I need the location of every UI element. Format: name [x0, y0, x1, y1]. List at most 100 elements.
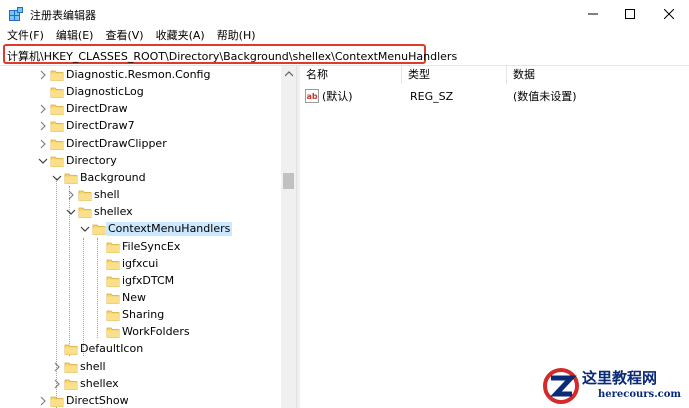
tree-item[interactable]: DefaultIcon — [0, 341, 281, 358]
folder-icon — [64, 379, 78, 390]
chevron-right-icon[interactable] — [38, 396, 48, 406]
menu-help[interactable]: 帮助(H) — [211, 28, 262, 44]
watermark-title: 这里教程网 — [582, 369, 658, 387]
column-header-data[interactable]: 数据 — [507, 66, 689, 84]
tree-item[interactable]: FileSyncEx — [0, 239, 281, 256]
folder-icon — [64, 173, 78, 184]
menu-view[interactable]: 查看(V) — [99, 28, 149, 44]
folder-icon — [50, 87, 64, 99]
tree-item[interactable]: New — [0, 290, 281, 307]
tree-item-label: igfxDTCM — [122, 273, 175, 287]
value-name: (默认) — [322, 90, 353, 103]
value-data: (数值未设置) — [513, 90, 577, 103]
value-row[interactable]: ab (默认) REG_SZ (数值未设置) — [300, 88, 689, 105]
folder-icon — [106, 293, 120, 304]
tree-item[interactable]: DirectShow — [0, 393, 281, 408]
tree-item[interactable]: DirectDraw — [0, 101, 281, 118]
close-button[interactable] — [650, 0, 688, 28]
value-list: 名称 类型 数据 ab (默认) REG_SZ (数值未设置) — [300, 66, 689, 408]
minimize-button[interactable] — [574, 0, 612, 28]
window-title: 注册表编辑器 — [30, 9, 96, 22]
tree-item-label: FileSyncEx — [122, 239, 181, 253]
folder-icon — [50, 139, 64, 150]
chevron-up-icon — [284, 70, 293, 76]
maximize-icon — [625, 9, 635, 19]
tree-item[interactable]: DirectDraw7 — [0, 118, 281, 135]
chevron-right-icon[interactable] — [38, 121, 48, 131]
folder-icon — [78, 190, 92, 201]
tree-item[interactable]: shell — [0, 359, 281, 376]
watermark: 这里教程网 herecours.com — [538, 364, 689, 408]
menu-favorites[interactable]: 收藏夹(A) — [150, 28, 211, 44]
folder-icon — [50, 70, 64, 81]
column-header-name[interactable]: 名称 — [300, 66, 402, 84]
tree-item[interactable]: igfxDTCM — [0, 273, 281, 290]
tree-item[interactable]: igfxcui — [0, 256, 281, 273]
scroll-thumb[interactable] — [283, 173, 294, 189]
chevron-down-icon[interactable] — [38, 156, 48, 166]
chevron-down-icon[interactable] — [66, 207, 76, 217]
registry-editor-icon — [9, 7, 23, 21]
close-icon — [664, 9, 674, 19]
folder-icon — [50, 396, 64, 407]
menu-edit[interactable]: 编辑(E) — [50, 28, 100, 44]
menu-bar: 文件(F) 编辑(E) 查看(V) 收藏夹(A) 帮助(H) — [0, 28, 689, 44]
tree-item[interactable]: Sharing — [0, 307, 281, 324]
scroll-up-button[interactable] — [281, 66, 296, 81]
chevron-down-icon[interactable] — [80, 224, 90, 234]
chevron-down-icon[interactable] — [52, 173, 62, 183]
folder-icon — [106, 242, 120, 253]
tree-item-label: DirectDrawClipper — [66, 136, 167, 150]
chevron-right-icon[interactable] — [38, 70, 48, 80]
folder-icon — [78, 207, 92, 219]
tree-item-label: igfxcui — [122, 256, 159, 270]
title-bar: 注册表编辑器 — [0, 0, 689, 28]
tree-item[interactable]: WorkFolders — [0, 324, 281, 341]
tree-item-label: Directory — [66, 153, 117, 167]
folder-icon — [64, 344, 78, 356]
folder-icon — [106, 259, 120, 270]
address-path: 计算机\HKEY_CLASSES_ROOT\Directory\Backgrou… — [7, 50, 458, 63]
svg-text:ab: ab — [307, 92, 318, 101]
address-bar[interactable]: 计算机\HKEY_CLASSES_ROOT\Directory\Backgrou… — [3, 44, 457, 64]
tree-item[interactable]: Directory — [0, 153, 281, 170]
tree-item-label: shell — [94, 188, 120, 202]
tree-item-label: Sharing — [122, 308, 165, 322]
tree-item[interactable]: Background — [0, 170, 281, 187]
tree-item[interactable]: DirectDrawClipper — [0, 136, 281, 153]
tree-item[interactable]: DiagnosticLog — [0, 84, 281, 101]
chevron-right-icon[interactable] — [52, 379, 62, 389]
chevron-right-icon[interactable] — [38, 139, 48, 149]
folder-icon — [50, 122, 64, 133]
tree-item-label: Background — [80, 170, 146, 184]
tree-scrollbar[interactable] — [281, 66, 296, 408]
chevron-right-icon[interactable] — [38, 104, 48, 114]
tree-item[interactable]: shellex — [0, 204, 281, 221]
tree-item[interactable]: ContextMenuHandlers — [0, 221, 281, 238]
menu-file[interactable]: 文件(F) — [0, 28, 50, 44]
folder-icon — [64, 362, 78, 373]
minimize-icon — [588, 13, 598, 15]
tree-item[interactable]: Diagnostic.Resmon.Config — [0, 67, 281, 84]
column-header-type[interactable]: 类型 — [402, 66, 507, 84]
tree-item-label: shellex — [80, 376, 119, 390]
string-value-icon: ab — [305, 89, 319, 103]
tree-item[interactable]: shellex — [0, 376, 281, 393]
value-type: REG_SZ — [410, 90, 454, 103]
tree-item-label: shellex — [94, 205, 133, 219]
folder-icon — [106, 276, 120, 287]
tree-item-label: WorkFolders — [122, 325, 190, 339]
tree-item-label: DefaultIcon — [80, 342, 144, 356]
tree-item-label: DiagnosticLog — [66, 85, 144, 99]
maximize-button[interactable] — [611, 0, 649, 28]
chevron-right-icon[interactable] — [52, 362, 62, 372]
tree-item-label: shell — [80, 359, 106, 373]
key-tree: Diagnostic.Resmon.Config DiagnosticLog Dir… — [0, 66, 281, 408]
folder-icon — [50, 156, 64, 167]
tree-item-label: DirectShow — [66, 393, 129, 407]
folder-icon — [92, 224, 106, 236]
folder-icon — [50, 104, 64, 116]
tree-item-label: DirectDraw — [66, 102, 128, 116]
tree-item[interactable]: shell — [0, 187, 281, 204]
chevron-right-icon[interactable] — [66, 190, 76, 200]
